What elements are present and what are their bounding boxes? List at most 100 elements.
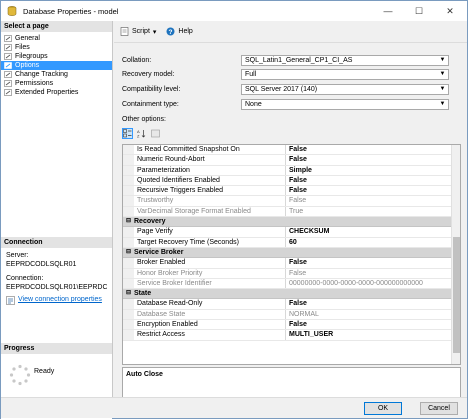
collation-value: SQL_Latin1_General_CP1_CI_AS [245, 57, 353, 64]
property-row[interactable]: Is Read Committed Snapshot On False [123, 145, 460, 156]
progress-status: Ready [34, 368, 55, 375]
property-row[interactable]: Numeric Round-Abort False [123, 155, 460, 166]
page-item-general[interactable]: General [1, 34, 112, 43]
containment-type-select[interactable]: None ▼ [241, 99, 449, 110]
collapse-icon[interactable]: ⊟ [123, 217, 134, 226]
compatibility-level-value: SQL Server 2017 (140) [245, 86, 318, 93]
property-value[interactable]: False [286, 258, 460, 267]
property-name: Broker Enabled [134, 258, 286, 268]
property-value: True [289, 207, 304, 215]
page-item-extended-properties[interactable]: Extended Properties [1, 88, 112, 97]
property-row[interactable]: Broker Enabled False [123, 258, 460, 269]
category-label: State [134, 290, 152, 298]
property-row[interactable]: Trustworthy False [123, 196, 460, 207]
close-button[interactable]: ✕ [435, 3, 465, 19]
property-value[interactable]: False [286, 320, 460, 329]
progress-spinner-icon [9, 364, 31, 386]
page-item-label: Permissions [15, 80, 54, 87]
property-value[interactable]: False [286, 299, 460, 308]
property-row[interactable]: Restrict Access MULTI_USER [123, 330, 460, 341]
property-row[interactable]: Parameterization Simple [123, 165, 460, 176]
property-value[interactable]: False [286, 145, 460, 154]
category-row[interactable]: ⊟ Recovery [123, 217, 460, 228]
alphabetical-button[interactable]: AZ [136, 128, 147, 139]
script-icon [120, 27, 129, 36]
description-title: Auto Close [126, 371, 163, 378]
scrollbar-thumb[interactable] [453, 236, 460, 354]
recovery-model-label: Recovery model: [122, 71, 175, 78]
page-item-change-tracking[interactable]: Change Tracking [1, 70, 112, 79]
property-row[interactable]: Honor Broker Priority False [123, 268, 460, 279]
property-name: VarDecimal Storage Format Enabled [134, 206, 286, 217]
property-value[interactable]: False [286, 155, 460, 164]
collation-label: Collation: [122, 57, 152, 64]
collation-select[interactable]: SQL_Latin1_General_CP1_CI_AS ▼ [241, 55, 449, 66]
toolbar: Script ▾ ? Help [114, 21, 467, 43]
property-row[interactable]: Service Broker Identifier 00000000-0000-0… [123, 278, 460, 290]
script-label: Script [132, 28, 150, 35]
collapse-icon[interactable]: ⊟ [123, 248, 134, 257]
svg-text:Z: Z [137, 133, 140, 138]
left-panel: Select a page General Files Filegroups O… [1, 21, 113, 419]
property-row[interactable]: Encryption Enabled False [123, 320, 460, 331]
collapse-icon[interactable]: ⊟ [123, 289, 134, 298]
recovery-model-value: Full [245, 71, 257, 78]
property-pages-button[interactable] [150, 128, 161, 139]
categorized-button[interactable] [122, 127, 133, 139]
view-connection-properties-link[interactable]: View connection properties [18, 296, 102, 305]
server-label: Server: [6, 252, 29, 259]
page-wrench-icon [4, 44, 12, 51]
property-row[interactable]: Page Verify CHECKSUM [123, 227, 460, 238]
category-row[interactable]: ⊟ State [123, 289, 460, 300]
cancel-button[interactable]: Cancel [420, 402, 458, 415]
property-name: Database State [134, 309, 286, 320]
help-button[interactable]: ? Help [166, 27, 193, 36]
property-row[interactable]: VarDecimal Storage Format Enabled True [123, 206, 460, 218]
compatibility-level-select[interactable]: SQL Server 2017 (140) ▼ [241, 84, 449, 95]
property-value[interactable]: CHECKSUM [286, 227, 460, 236]
containment-type-label: Containment type: [122, 101, 179, 108]
containment-type-row: Containment type: None ▼ [122, 99, 449, 110]
recovery-model-select[interactable]: Full ▼ [241, 69, 449, 80]
property-row[interactable]: Database State NORMAL [123, 309, 460, 321]
page-item-files[interactable]: Files [1, 43, 112, 52]
page-item-options[interactable]: Options [1, 61, 112, 70]
page-item-permissions[interactable]: Permissions [1, 79, 112, 88]
property-name: Numeric Round-Abort [134, 155, 286, 165]
row-gutter [123, 145, 134, 155]
category-row[interactable]: ⊟ Service Broker [123, 247, 460, 259]
property-row[interactable]: Target Recovery Time (Seconds) 60 [123, 237, 460, 248]
property-row[interactable]: Database Read-Only False [123, 299, 460, 310]
progress-header: Progress [1, 343, 112, 354]
minimize-button[interactable]: — [373, 3, 403, 19]
ok-button[interactable]: OK [364, 402, 402, 415]
property-row[interactable]: Quoted Identifiers Enabled False [123, 175, 460, 187]
property-name: Service Broker Identifier [134, 278, 286, 289]
property-name: Page Verify [134, 227, 286, 237]
collation-row: Collation: SQL_Latin1_General_CP1_CI_AS … [122, 55, 449, 66]
help-label: Help [178, 28, 193, 35]
property-value: False [289, 197, 307, 205]
row-gutter [123, 299, 134, 309]
property-value[interactable]: False [286, 176, 460, 185]
footer: OK Cancel [1, 397, 467, 418]
script-button[interactable]: Script ▾ [120, 27, 156, 36]
property-grid: Is Read Committed Snapshot On False Numeri… [122, 144, 461, 365]
connection-label: Connection: [6, 275, 44, 282]
maximize-button[interactable]: ☐ [404, 3, 434, 19]
title-bar: Database Properties - model — ☐ ✕ [1, 1, 467, 21]
row-gutter [123, 196, 134, 206]
page-item-filegroups[interactable]: Filegroups [1, 52, 112, 61]
property-value[interactable]: False [286, 186, 460, 195]
vertical-scrollbar[interactable] [451, 145, 460, 364]
property-row[interactable]: Recursive Triggers Enabled False [123, 186, 460, 197]
property-value: 00000000-0000-0000-0000-000000000000 [289, 279, 423, 287]
page-wrench-icon [4, 89, 12, 96]
category-label: Recovery [134, 218, 166, 226]
chevron-down-icon: ▾ [152, 28, 157, 36]
property-value[interactable]: Simple [286, 166, 460, 175]
property-value[interactable]: 60 [286, 238, 460, 247]
row-gutter [123, 186, 134, 196]
page-item-label: Filegroups [15, 53, 48, 60]
property-value[interactable]: MULTI_USER [286, 330, 460, 339]
